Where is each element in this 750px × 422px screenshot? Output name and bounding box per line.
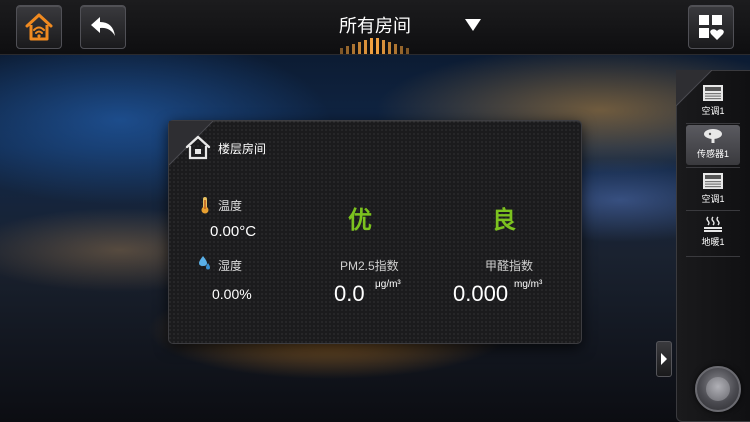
thermometer-icon — [201, 197, 209, 214]
page-title: 所有房间 — [339, 16, 411, 36]
temperature-label: 温度 — [218, 199, 243, 213]
sidebar-item-label: 空调1 — [701, 106, 725, 116]
sensor-icon — [704, 129, 722, 143]
temperature-value: 0.00°C — [210, 223, 257, 240]
sidebar-divider — [686, 167, 740, 168]
room-dropdown-arrow-icon[interactable] — [464, 18, 482, 32]
chevron-right-icon — [661, 353, 667, 365]
formaldehyde-value: 0.000 — [453, 281, 509, 306]
air-conditioner-icon — [703, 85, 723, 101]
favorites-button[interactable] — [688, 5, 734, 49]
humidity-label: 湿度 — [218, 259, 243, 273]
sidebar-item-air-conditioner-2[interactable]: 空调1 — [686, 170, 740, 210]
humidity-value: 0.00% — [212, 286, 252, 302]
sidebar-toggle-button[interactable] — [656, 341, 672, 377]
air-conditioner-icon — [703, 173, 723, 189]
sidebar-item-sensor-1[interactable]: 传感器1 — [686, 125, 740, 165]
pm25-unit: μg/m³ — [375, 279, 401, 290]
assistive-touch-inner-icon — [706, 377, 730, 401]
pm25-label: PM2.5指数 — [340, 259, 399, 273]
sidebar-item-label: 地暖1 — [701, 237, 725, 247]
formaldehyde-unit: mg/m³ — [514, 279, 543, 290]
home-wifi-icon — [25, 13, 53, 41]
sidebar-item-label: 传感器1 — [696, 149, 729, 159]
humidity-drops-icon — [199, 256, 210, 270]
formaldehyde-grade: 良 — [492, 207, 516, 234]
grid-heart-icon — [699, 15, 724, 40]
assistive-touch-button[interactable] — [695, 366, 741, 412]
room-name: 楼层房间 — [218, 142, 267, 156]
back-arrow-icon — [91, 17, 115, 36]
sidebar-divider — [686, 256, 740, 257]
room-house-icon — [185, 135, 211, 160]
sidebar-item-air-conditioner-1[interactable]: 空调1 — [686, 82, 740, 122]
pm25-grade: 优 — [348, 207, 372, 234]
sidebar-item-label: 空调1 — [701, 194, 725, 204]
floor-heating-icon — [704, 216, 722, 232]
pm25-value: 0.0 — [334, 281, 365, 306]
sidebar-divider — [686, 123, 740, 124]
sidebar-item-floor-heating-1[interactable]: 地暖1 — [686, 213, 740, 253]
sidebar-divider — [686, 210, 740, 211]
formaldehyde-label: 甲醛指数 — [485, 259, 534, 273]
home-button[interactable] — [16, 5, 62, 49]
back-button[interactable] — [80, 5, 126, 49]
